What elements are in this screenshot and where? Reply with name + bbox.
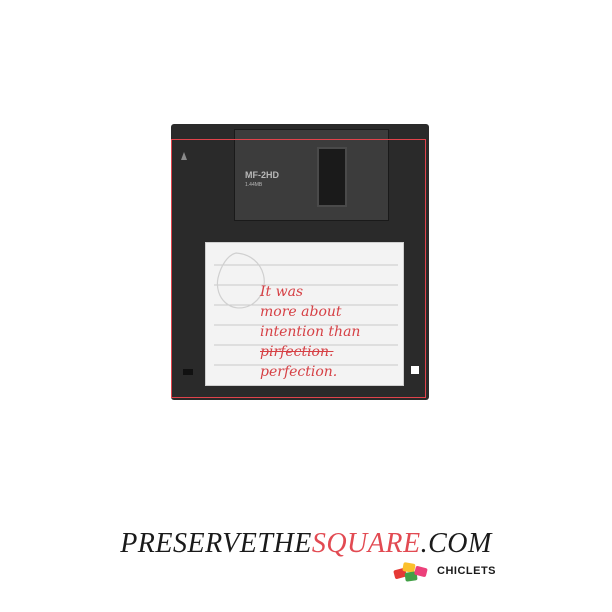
note-line-2: more about xyxy=(260,304,342,320)
capacity-text: 1.44MB xyxy=(245,182,263,188)
format-text: MF-2HD xyxy=(245,170,279,180)
note-line-1: It was xyxy=(260,284,304,300)
floppy-disk-artwork: MF-2HD 1.44MB It was more about intentio… xyxy=(171,124,429,400)
chiclets-wordmark: CHICLETS xyxy=(437,565,496,577)
disk-label-sticker: It was more about intention than pirfect… xyxy=(205,242,404,386)
handwritten-note: It was more about intention than pirfect… xyxy=(260,282,405,382)
metal-shutter: MF-2HD 1.44MB xyxy=(234,129,389,221)
chiclets-candy-icon xyxy=(393,562,428,582)
shutter-window xyxy=(317,147,347,207)
density-hole xyxy=(411,366,419,374)
note-corrected-word: perfection. xyxy=(260,364,338,380)
brand-wordmark: PRESERVETHESQUARE.COM xyxy=(0,528,612,560)
insert-arrow-icon xyxy=(181,152,187,160)
note-line-3: intention than xyxy=(260,324,361,340)
brand-accent: SQUARE xyxy=(311,528,421,559)
floppy-disk-body: MF-2HD 1.44MB It was more about intentio… xyxy=(171,124,429,400)
label-shadow-curve xyxy=(216,252,265,309)
write-protect-hole xyxy=(183,369,193,375)
note-struck-word: pirfection. xyxy=(260,344,334,360)
brand-prefix: PRESERVETHE xyxy=(120,528,312,559)
disk-format-label: MF-2HD 1.44MB xyxy=(245,170,279,188)
brand-suffix: .COM xyxy=(420,528,492,559)
